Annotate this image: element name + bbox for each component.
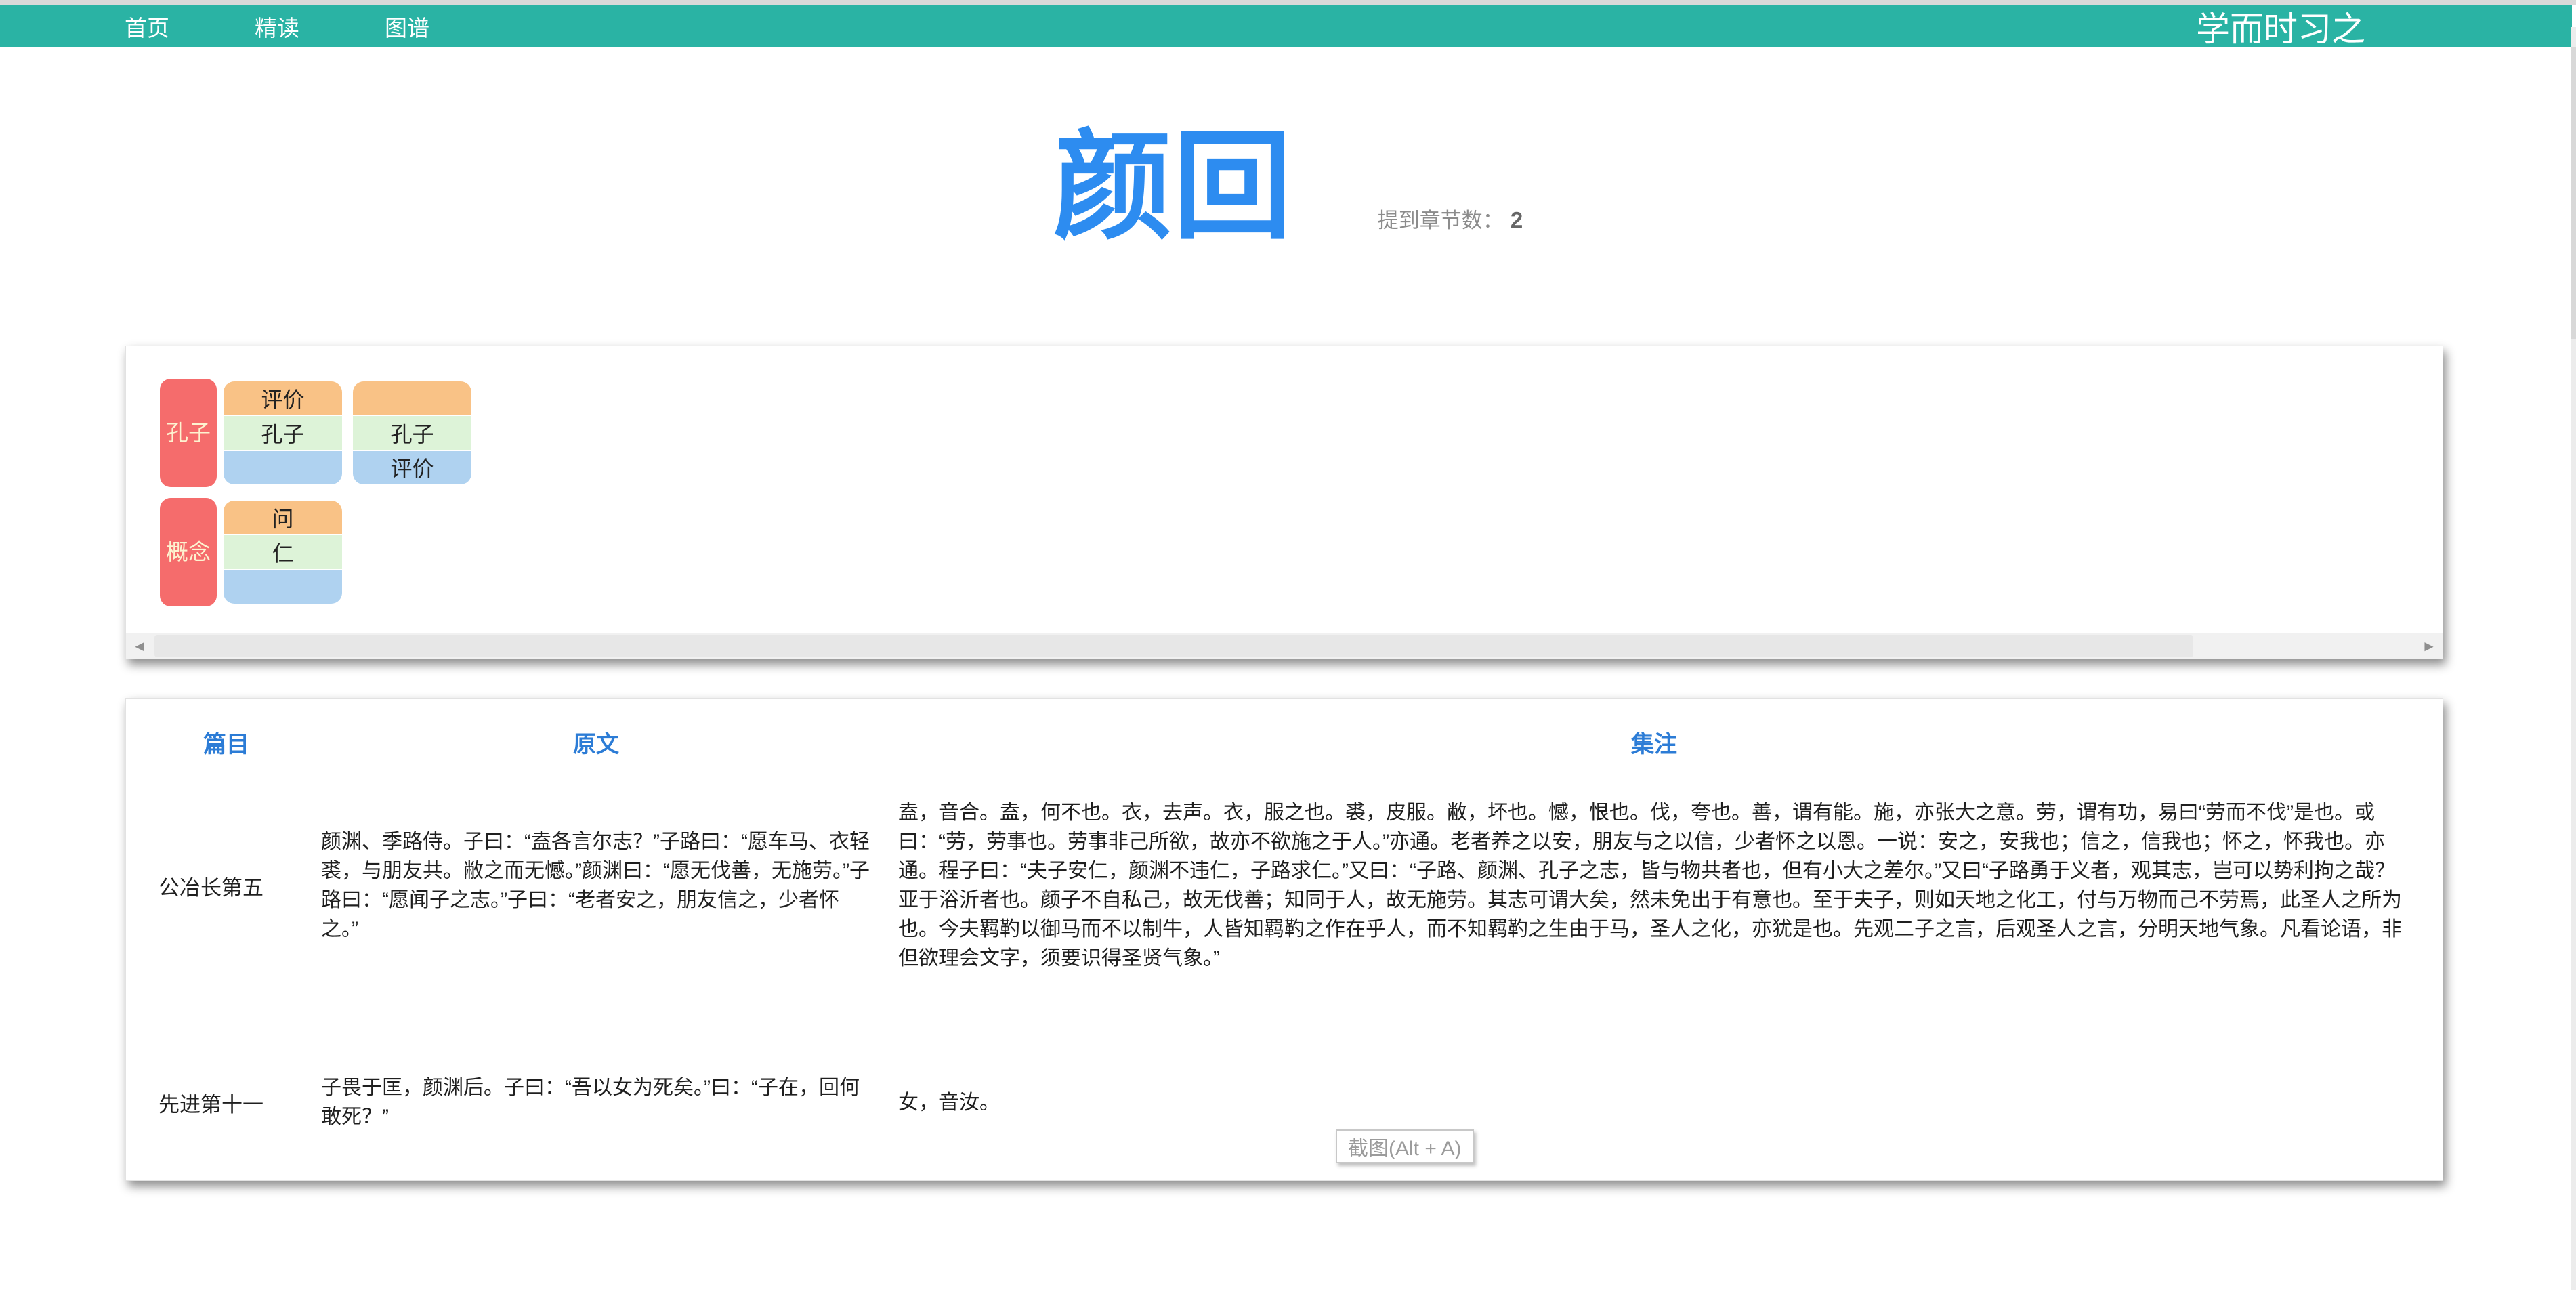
tag-card-middle-section[interactable]: 孔子 [224,416,342,449]
horizontal-scrollbar[interactable]: ◄ ► [126,633,2443,659]
tag-card-middle-section[interactable]: 仁 [224,535,342,568]
vertical-scrollbar[interactable] [2571,27,2576,1290]
tag-card-top-section[interactable]: 问 [224,501,342,534]
tag-card-bottom-section[interactable]: 评价 [353,451,471,484]
page-title: 颜回 [1053,102,1293,274]
navbar: 首页 精读 图谱 学而时习之 [0,5,2572,47]
brand-title: 学而时习之 [2196,2,2365,51]
title-row: 颜回 提到章节数： 2 [0,102,2576,274]
table-row: 公冶长第五 颜渊、季路侍。子曰：“盍各言尔志？”子路曰：“愿车马、衣轻裘，与朋友… [159,798,2410,973]
tag-cards: 评价 孔子 孔子 评价 [224,381,471,484]
cell-chapter: 公冶长第五 [159,871,294,901]
nav-item-graph[interactable]: 图谱 [385,10,429,43]
column-header-annotation: 集注 [898,726,2410,759]
cell-chapter: 先进第十一 [159,1087,294,1118]
mention-count: 提到章节数： 2 [1378,203,1523,234]
tag-group-label[interactable]: 孔子 [160,379,217,487]
tag-card[interactable]: 问 仁 [224,501,342,604]
tag-cards: 问 仁 [224,501,342,604]
tag-card-bottom-section[interactable] [224,570,342,604]
cell-original: 子畏于匡，颜渊后。子曰：“吾以女为死矣。”曰：“子在，回何敢死？” [321,1073,871,1131]
tag-groups: 孔子 评价 孔子 孔子 评价 概念 问 仁 [126,346,2443,606]
tag-card-top-section[interactable]: 评价 [224,381,342,415]
table-row: 先进第十一 子畏于匡，颜渊后。子曰：“吾以女为死矣。”曰：“子在，回何敢死？” … [159,1073,2410,1131]
chapters-table-panel: 篇目 原文 集注 公冶长第五 颜渊、季路侍。子曰：“盍各言尔志？”子路曰：“愿车… [125,698,2443,1181]
chapters-table: 篇目 原文 集注 公冶长第五 颜渊、季路侍。子曰：“盍各言尔志？”子路曰：“愿车… [126,699,2443,1131]
tag-card-middle-section[interactable]: 孔子 [353,416,471,449]
tag-graph-panel: 孔子 评价 孔子 孔子 评价 概念 问 仁 [125,346,2443,659]
tag-group-label[interactable]: 概念 [160,498,217,606]
column-header-original: 原文 [321,726,871,759]
tag-card-top-section[interactable] [353,381,471,415]
tag-group-kongzi: 孔子 评价 孔子 孔子 评价 [160,379,2443,487]
mention-count-label: 提到章节数： [1378,209,1504,232]
top-strip [0,0,2576,5]
cell-original: 颜渊、季路侍。子曰：“盍各言尔志？”子路曰：“愿车马、衣轻裘，与朋友共。敝之而无… [321,827,871,944]
nav-item-reading[interactable]: 精读 [255,10,299,43]
tag-card[interactable]: 孔子 评价 [353,381,471,484]
tag-group-gainian: 概念 问 仁 [160,498,2443,606]
cell-annotation: 女，音汝。 [898,1088,2410,1117]
tag-card[interactable]: 评价 孔子 [224,381,342,484]
scroll-left-arrow-icon[interactable]: ◄ [126,633,153,659]
cell-annotation: 盍，音合。盍，何不也。衣，去声。衣，服之也。裘，皮服。敝，坏也。憾，恨也。伐，夸… [898,798,2410,973]
table-header-row: 篇目 原文 集注 [159,726,2410,759]
tag-card-bottom-section[interactable] [224,451,342,484]
vertical-scrollbar-thumb[interactable] [2571,47,2576,339]
horizontal-scrollbar-thumb[interactable] [154,635,2193,657]
scroll-right-arrow-icon[interactable]: ► [2415,633,2443,659]
mention-count-value: 2 [1511,207,1523,232]
column-header-chapter: 篇目 [159,726,294,759]
screenshot-button[interactable]: 截图(Alt + A) [1336,1129,1474,1163]
nav-item-home[interactable]: 首页 [125,10,169,43]
